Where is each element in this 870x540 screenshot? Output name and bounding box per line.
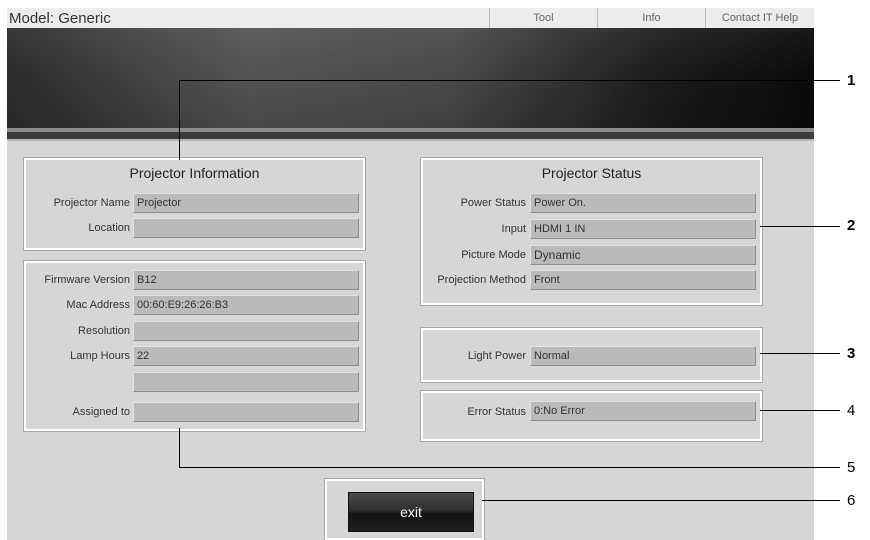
light-power-label: Light Power: [467, 350, 526, 362]
location-field: [133, 218, 359, 238]
projection-method-field: Front: [530, 270, 756, 290]
input-label: Input: [501, 223, 526, 235]
picture-mode-label: Picture Mode: [461, 249, 526, 261]
divider-stripe-dark: [7, 132, 814, 139]
callout-3-number: 3: [847, 345, 856, 362]
error-status-panel: Error Status 0:No Error: [420, 390, 763, 442]
menu-info[interactable]: Info: [597, 8, 705, 28]
location-label: Location: [88, 222, 130, 234]
exit-button[interactable]: exit: [348, 492, 474, 532]
light-power-field: Normal: [530, 346, 756, 366]
projector-name-field: Projector: [133, 193, 359, 213]
callout-6-number: 6: [847, 492, 856, 509]
mac-address-label: Mac Address: [66, 299, 130, 311]
mac-address-field: 00:60:E9:26:26:B3: [133, 295, 359, 315]
resolution-label: Resolution: [78, 325, 130, 337]
callout-1-leader: [179, 80, 840, 81]
input-field: HDMI 1 IN: [530, 219, 756, 239]
light-power-panel: Light Power Normal: [420, 327, 763, 383]
power-status-field: Power On.: [530, 193, 756, 213]
unlabeled-field: [133, 372, 359, 392]
projector-information-title: Projector Information: [129, 165, 260, 181]
callout-2-number: 2: [847, 217, 856, 234]
callout-2-leader: [760, 226, 840, 227]
error-status-field: 0:No Error: [530, 401, 756, 421]
callout-5-number: 5: [847, 459, 856, 476]
power-status-label: Power Status: [460, 197, 526, 209]
menu-contact-it-help[interactable]: Contact IT Help: [705, 8, 814, 28]
callout-3-leader: [760, 353, 840, 354]
model-title: Model: Generic: [9, 10, 111, 27]
projector-status-title: Projector Status: [541, 165, 642, 181]
top-bar: Model: Generic Tool Info Contact IT Help: [7, 8, 814, 29]
error-status-label: Error Status: [467, 406, 526, 418]
callout-5-leader-vertical: [179, 428, 180, 467]
callout-6-leader: [482, 500, 840, 501]
resolution-field: [133, 321, 359, 341]
projector-status-panel: Projector Status Power Status Power On. …: [420, 157, 763, 306]
header-banner: [7, 28, 814, 128]
menu-tool[interactable]: Tool: [489, 8, 597, 28]
firmware-version-label: Firmware Version: [44, 274, 130, 286]
projector-details-panel: Firmware Version B12 Mac Address 00:60:E…: [23, 260, 366, 432]
picture-mode-field: Dynamic: [530, 245, 756, 265]
lamp-hours-field: 22: [133, 346, 359, 366]
callout-1-number: 1: [847, 72, 856, 89]
projector-information-panel: Projector Information Projector Name Pro…: [23, 157, 366, 251]
firmware-version-field: B12: [133, 270, 359, 290]
callout-4-leader: [760, 410, 840, 411]
callout-5-leader: [179, 467, 840, 468]
projection-method-label: Projection Method: [437, 274, 526, 286]
projector-name-label: Projector Name: [53, 197, 130, 209]
lamp-hours-label: Lamp Hours: [70, 350, 130, 362]
assigned-to-label: Assigned to: [72, 406, 130, 418]
divider-stripe-light: [7, 139, 814, 141]
assigned-to-field: [133, 402, 359, 422]
callout-4-number: 4: [847, 402, 856, 419]
callout-1-leader-vertical: [179, 80, 180, 160]
